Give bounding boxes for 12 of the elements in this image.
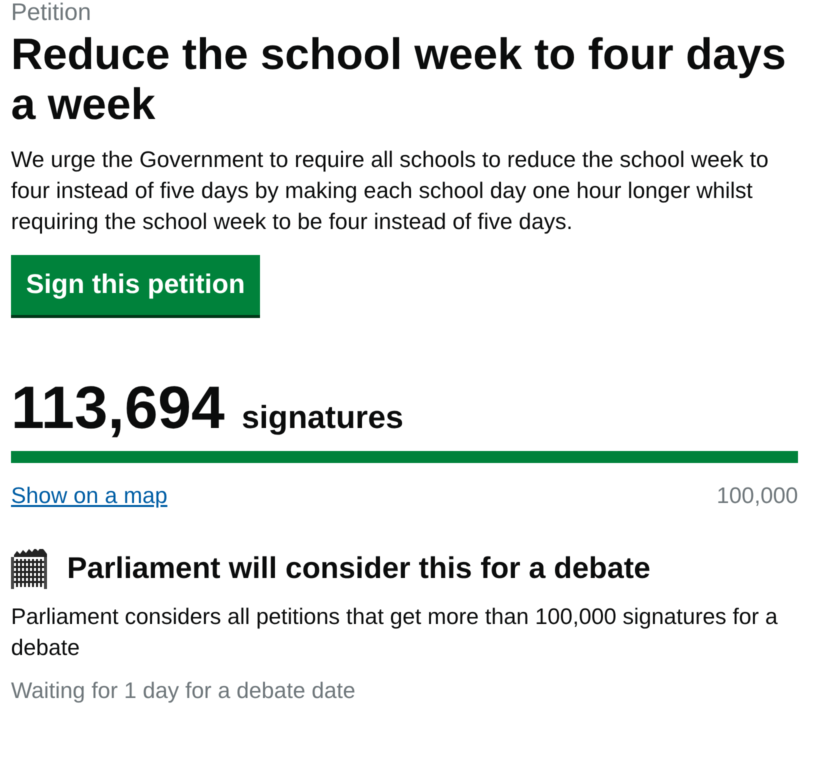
signature-count: 113,694 xyxy=(11,377,225,439)
map-link[interactable]: Show on a map xyxy=(11,483,168,509)
petition-title: Reduce the school week to four days a week xyxy=(11,30,788,130)
page-caption: Petition xyxy=(11,0,92,26)
petition-description: We urge the Government to require all schools to reduce the school week to four instead of five days by making each school day one hour longer whilst requiring the school week to be four instead of five days. xyxy=(11,146,770,236)
threshold-label: 100,000 xyxy=(716,483,798,509)
signature-label: signatures xyxy=(242,399,404,436)
debate-status: Waiting for 1 day for a debate date xyxy=(11,677,356,705)
portcullis-icon xyxy=(11,549,47,589)
debate-text: Parliament considers all petitions that get more than 100,000 signatures for a debate xyxy=(11,603,779,662)
sign-button[interactable]: Sign this petition xyxy=(11,255,260,315)
debate-heading: Parliament will consider this for a debate xyxy=(67,552,650,586)
